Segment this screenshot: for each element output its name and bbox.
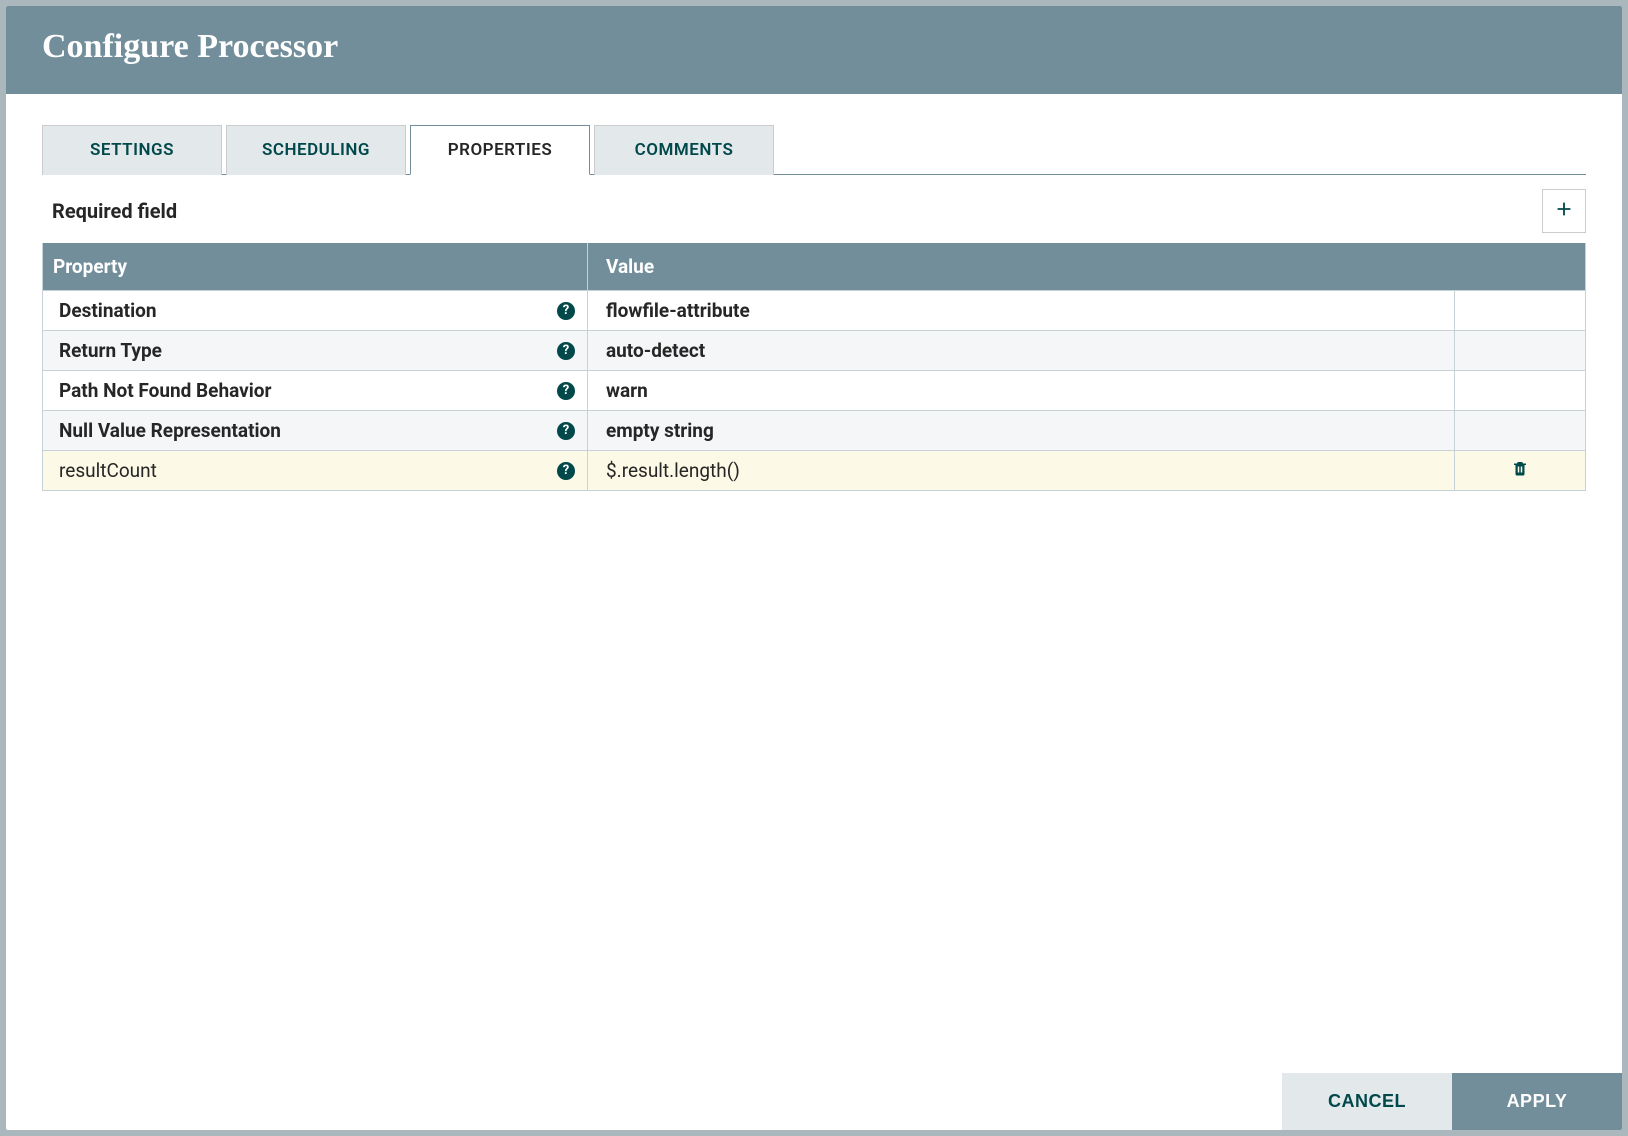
configure-processor-dialog: Configure Processor SETTINGS SCHEDULING … <box>6 6 1622 1130</box>
value-cell[interactable]: empty string <box>588 411 1455 450</box>
add-property-button[interactable] <box>1542 189 1586 233</box>
property-name: Return Type <box>59 339 162 362</box>
property-cell[interactable]: Null Value Representation? <box>43 411 588 450</box>
property-name: resultCount <box>59 459 157 482</box>
col-property: Property <box>43 243 588 290</box>
property-name: Null Value Representation <box>59 419 281 442</box>
table-row[interactable]: Null Value Representation?empty string <box>43 410 1585 450</box>
value-cell[interactable]: flowfile-attribute <box>588 291 1455 330</box>
table-row[interactable]: Return Type?auto-detect <box>43 330 1585 370</box>
help-icon[interactable]: ? <box>557 382 575 400</box>
help-icon[interactable]: ? <box>557 342 575 360</box>
property-name: Path Not Found Behavior <box>59 379 271 402</box>
required-row: Required field <box>42 175 1586 243</box>
value-cell[interactable]: $.result.length() <box>588 451 1455 490</box>
property-cell[interactable]: Destination? <box>43 291 588 330</box>
dialog-title: Configure Processor <box>6 6 1622 94</box>
trash-icon[interactable] <box>1511 459 1529 482</box>
required-field-label: Required field <box>52 199 177 223</box>
property-name: Destination <box>59 299 156 322</box>
action-cell <box>1455 459 1585 482</box>
value-cell[interactable]: warn <box>588 371 1455 410</box>
table-row[interactable]: Path Not Found Behavior?warn <box>43 370 1585 410</box>
tab-comments[interactable]: COMMENTS <box>594 125 774 175</box>
property-cell[interactable]: Return Type? <box>43 331 588 370</box>
property-cell[interactable]: resultCount? <box>43 451 588 490</box>
tab-scheduling[interactable]: SCHEDULING <box>226 125 406 175</box>
tab-properties[interactable]: PROPERTIES <box>410 125 590 175</box>
value-cell[interactable]: auto-detect <box>588 331 1455 370</box>
plus-icon <box>1553 198 1575 225</box>
table-row[interactable]: Destination?flowfile-attribute <box>43 290 1585 330</box>
col-value: Value <box>588 243 1585 290</box>
dialog-body: SETTINGS SCHEDULING PROPERTIES COMMENTS … <box>6 94 1622 1073</box>
cancel-button[interactable]: CANCEL <box>1282 1073 1452 1130</box>
help-icon[interactable]: ? <box>557 422 575 440</box>
tab-settings[interactable]: SETTINGS <box>42 125 222 175</box>
apply-button[interactable]: APPLY <box>1452 1073 1622 1130</box>
help-icon[interactable]: ? <box>557 462 575 480</box>
table-header: Property Value <box>43 243 1585 290</box>
table-row[interactable]: resultCount?$.result.length() <box>43 450 1585 490</box>
properties-table: Property Value Destination?flowfile-attr… <box>42 243 1586 491</box>
dialog-footer: CANCEL APPLY <box>6 1073 1622 1130</box>
tab-bar: SETTINGS SCHEDULING PROPERTIES COMMENTS <box>42 124 1586 175</box>
help-icon[interactable]: ? <box>557 302 575 320</box>
property-cell[interactable]: Path Not Found Behavior? <box>43 371 588 410</box>
